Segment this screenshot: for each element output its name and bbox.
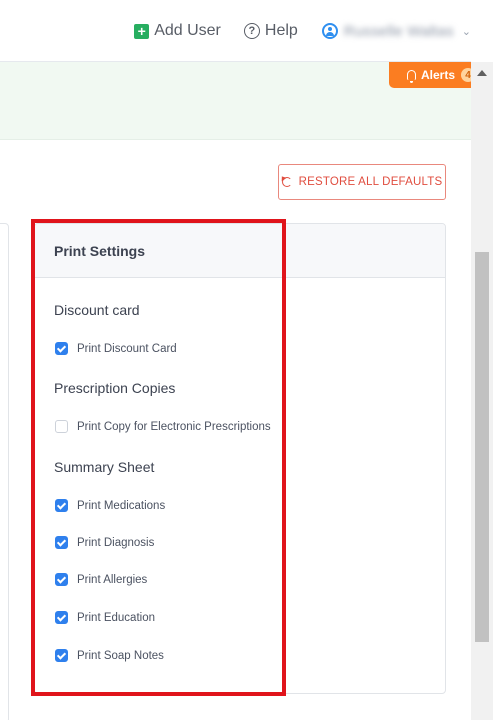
scrollbar-thumb[interactable] [475, 252, 489, 642]
help-button[interactable]: ? Help [243, 22, 298, 40]
page: + Add User ? Help Russelle Waltas ⌄ Aler… [0, 0, 493, 720]
option-print-medications[interactable]: Print Medications [55, 499, 165, 512]
top-header: + Add User ? Help Russelle Waltas ⌄ [0, 0, 471, 62]
add-user-button[interactable]: + Add User [134, 22, 221, 40]
user-circle-icon [321, 23, 338, 39]
bell-icon [406, 70, 416, 83]
section-title-prescription-copies: Prescription Copies [54, 380, 176, 396]
left-panel [0, 223, 9, 720]
option-label: Print Diagnosis [77, 536, 155, 549]
plus-icon: + [134, 23, 150, 39]
print-settings-title: Print Settings [54, 242, 146, 259]
scroll-up-arrow-icon[interactable] [477, 70, 487, 76]
option-label: Print Education [77, 611, 155, 624]
checkbox[interactable] [55, 649, 68, 662]
chevron-down-icon: ⌄ [461, 25, 471, 38]
option-print-copy-electronic[interactable]: Print Copy for Electronic Prescriptions [55, 420, 271, 433]
option-label: Print Discount Card [77, 342, 177, 355]
card-header: Print Settings [35, 224, 445, 278]
restore-all-defaults-button[interactable]: RESTORE ALL DEFAULTS [278, 164, 446, 200]
option-label: Print Soap Notes [77, 649, 164, 662]
user-name: Russelle Waltas [343, 22, 454, 40]
option-print-discount-card[interactable]: Print Discount Card [55, 342, 177, 355]
section-title-discount-card: Discount card [54, 302, 140, 318]
alerts-label: Alerts [420, 68, 455, 82]
checkbox[interactable] [55, 499, 68, 512]
add-user-label: Add User [154, 22, 221, 39]
print-settings-card: Print Settings Discount card Print Disco… [34, 223, 446, 694]
option-print-soap-notes[interactable]: Print Soap Notes [55, 649, 164, 662]
user-menu[interactable]: Russelle Waltas ⌄ [321, 22, 471, 40]
vertical-scrollbar[interactable] [471, 62, 493, 720]
question-circle-icon: ? [243, 23, 260, 39]
checkbox[interactable] [55, 573, 68, 586]
header-actions: + Add User ? Help Russelle Waltas ⌄ [134, 0, 471, 62]
option-print-diagnosis[interactable]: Print Diagnosis [55, 536, 154, 549]
restore-icon [281, 177, 292, 187]
checkbox[interactable] [55, 536, 68, 549]
help-label: Help [264, 22, 298, 39]
checkbox[interactable] [55, 342, 68, 355]
option-print-allergies[interactable]: Print Allergies [55, 573, 147, 586]
option-label: Print Medications [77, 499, 166, 512]
section-title-summary-sheet: Summary Sheet [54, 459, 155, 475]
option-print-education[interactable]: Print Education [55, 611, 155, 624]
checkbox[interactable] [55, 420, 68, 433]
option-label: Print Allergies [77, 573, 148, 586]
option-label: Print Copy for Electronic Prescriptions [77, 420, 271, 433]
restore-label: RESTORE ALL DEFAULTS [298, 176, 443, 188]
checkbox[interactable] [55, 611, 68, 624]
